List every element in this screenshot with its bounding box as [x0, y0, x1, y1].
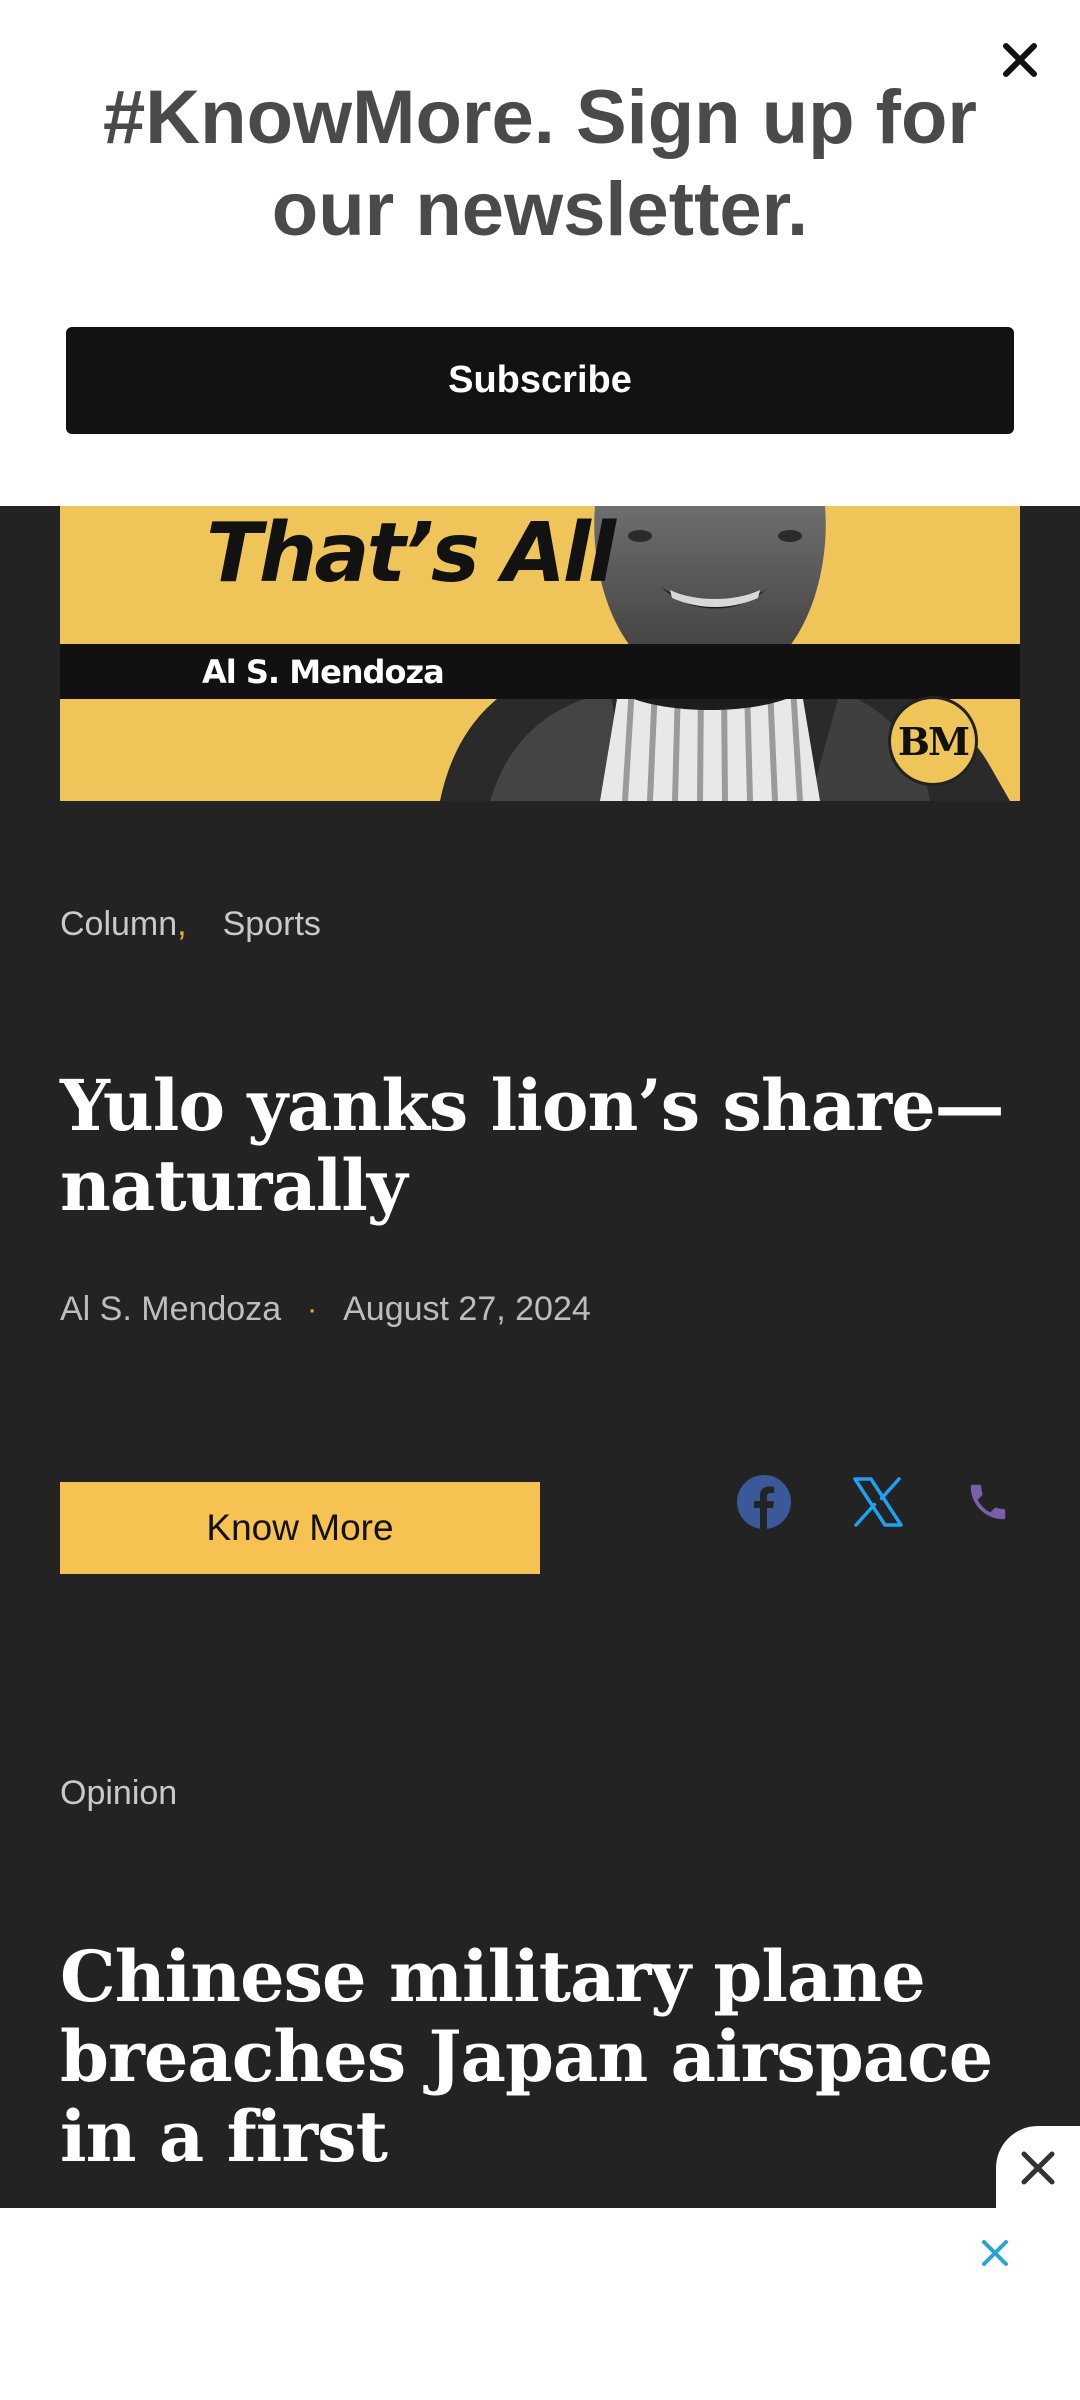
- category-column-link[interactable]: Column: [60, 905, 177, 944]
- columnist-badge: BM: [888, 696, 978, 786]
- hero-image: That’s All Al S. Mendoza BM: [60, 506, 1020, 801]
- close-ad-tab-button[interactable]: [996, 2126, 1080, 2210]
- bottom-ad-area: [0, 2208, 1080, 2400]
- author-link[interactable]: Al S. Mendoza: [60, 1290, 281, 1329]
- close-icon: [1021, 2151, 1055, 2185]
- share-facebook-button[interactable]: [734, 1472, 794, 1532]
- byline-dot: ·: [307, 1292, 318, 1326]
- ad-close-button[interactable]: [972, 2230, 1018, 2276]
- share-phone-button[interactable]: [958, 1472, 1018, 1532]
- facebook-icon: [737, 1475, 791, 1529]
- article-categories: Column , Sports: [60, 905, 321, 944]
- x-icon: [853, 1477, 903, 1527]
- byline: Al S. Mendoza · August 27, 2024: [60, 1290, 591, 1329]
- hero-author-name: Al S. Mendoza: [202, 653, 445, 691]
- next-article-section-link[interactable]: Opinion: [60, 1774, 177, 1813]
- newsletter-title: #KnowMore. Sign up for our newsletter.: [103, 75, 977, 252]
- know-more-button[interactable]: Know More: [60, 1482, 540, 1574]
- publish-date: August 27, 2024: [343, 1290, 591, 1328]
- phone-icon: [970, 1484, 1006, 1520]
- category-separator: ,: [177, 905, 187, 943]
- share-x-button[interactable]: [848, 1472, 908, 1532]
- newsletter-banner: #KnowMore. Sign up for our newsletter. S…: [0, 0, 1080, 506]
- next-article-title[interactable]: Chinese military plane breaches Japan ai…: [60, 1937, 1020, 2177]
- column-title: That’s All: [206, 506, 616, 601]
- category-sports-link[interactable]: Sports: [223, 905, 321, 944]
- subscribe-button[interactable]: Subscribe: [66, 327, 1014, 434]
- close-icon: [982, 2240, 1008, 2266]
- article-title[interactable]: Yulo yanks lion’s share—naturally: [60, 1066, 1020, 1226]
